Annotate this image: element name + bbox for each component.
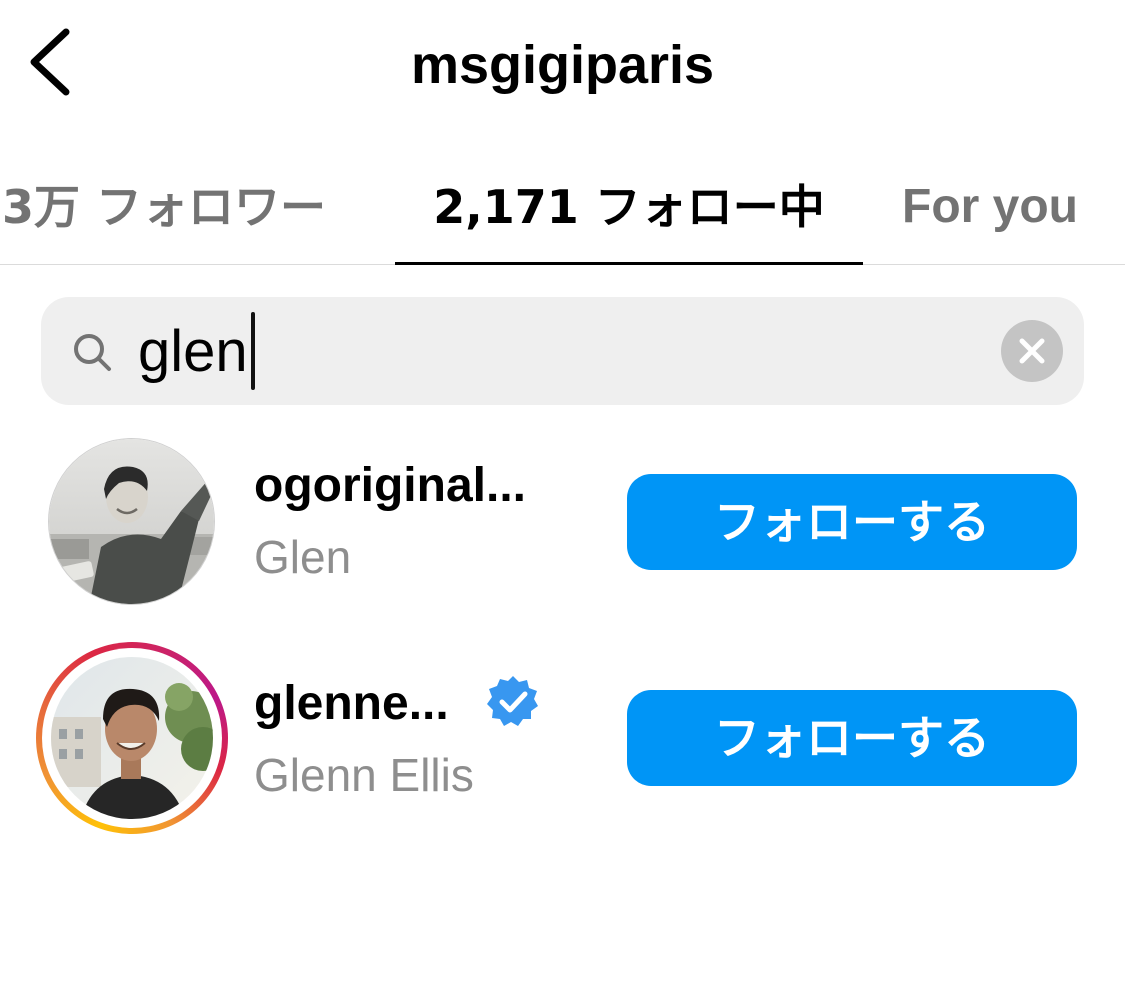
header: msgigiparis — [0, 0, 1125, 130]
tab-bar: 3万 フォロワー 2,171 フォロー中 For you — [0, 160, 1125, 265]
avatar[interactable] — [48, 438, 215, 605]
search-input[interactable] — [138, 316, 978, 386]
page-title: msgigiparis — [410, 35, 715, 95]
list-item[interactable]: glenne... Glenn Ellis フォローする — [0, 640, 1125, 834]
tab-following[interactable]: 2,171 フォロー中 — [396, 170, 862, 244]
search-icon — [74, 334, 111, 371]
full-name: Glenn Ellis — [254, 749, 474, 801]
avatar-photo — [51, 657, 213, 819]
verified-badge-icon — [487, 676, 538, 726]
text-caret — [251, 312, 255, 390]
list-item[interactable]: ogoriginal... Glen フォローする — [0, 428, 1125, 618]
tab-for-you[interactable]: For you — [902, 170, 1078, 244]
clear-icon — [1019, 338, 1045, 364]
full-name: Glen — [254, 531, 352, 583]
username[interactable]: glenne... — [254, 676, 449, 731]
active-tab-indicator — [395, 262, 863, 265]
avatar-photo — [49, 439, 214, 604]
follow-button[interactable]: フォローする — [627, 690, 1077, 786]
tab-followers[interactable]: 3万 フォロワー — [2, 170, 326, 244]
follow-button[interactable]: フォローする — [627, 474, 1077, 570]
username[interactable]: ogoriginal... — [254, 458, 526, 513]
clear-search-button[interactable] — [1001, 320, 1063, 382]
avatar[interactable] — [51, 657, 213, 819]
